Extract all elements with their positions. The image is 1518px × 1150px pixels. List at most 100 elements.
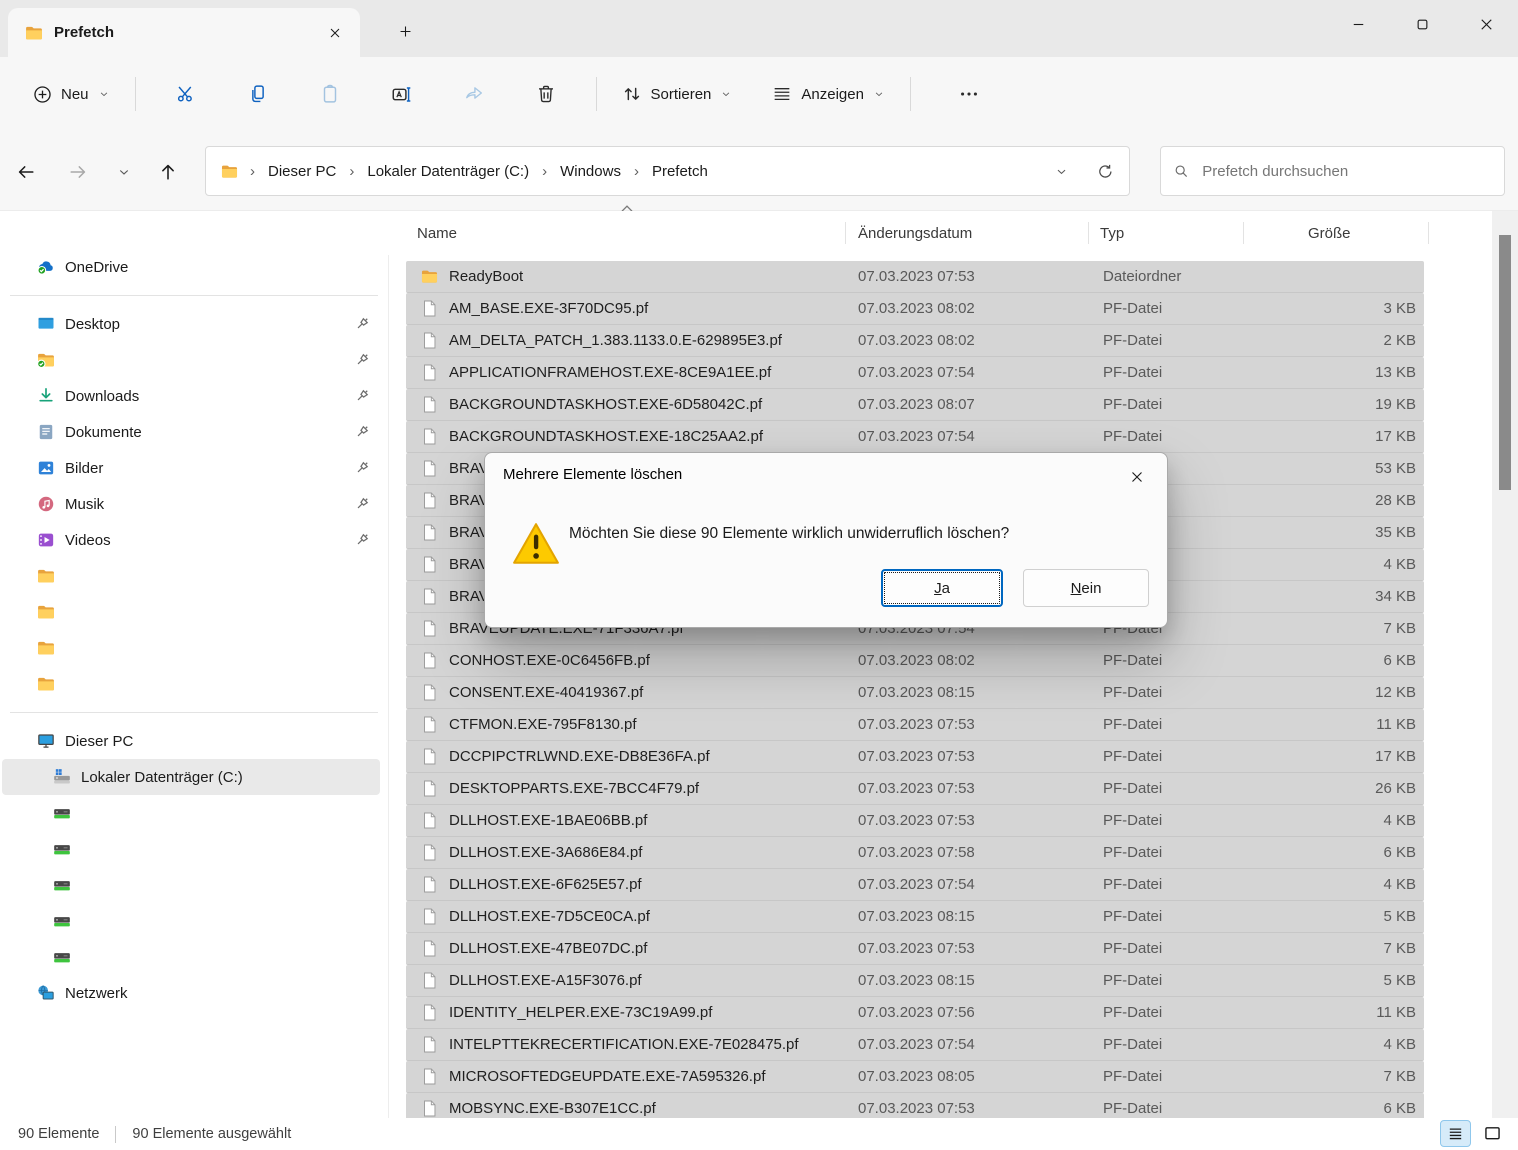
close-window-button[interactable] — [1454, 0, 1518, 48]
sidebar-item-label: Bilder — [65, 460, 103, 477]
sort-button[interactable]: Sortieren — [611, 75, 744, 113]
column-header-type[interactable]: Typ — [1100, 211, 1124, 255]
table-row[interactable]: MOBSYNC.EXE-B307E1CC.pf 07.03.2023 07:53… — [406, 1093, 1424, 1118]
back-button[interactable] — [8, 155, 44, 189]
sidebar-item[interactable]: Musik — [2, 486, 380, 522]
breadcrumb-item[interactable]: › Windows — [531, 160, 623, 183]
table-row[interactable]: DLLHOST.EXE-7D5CE0CA.pf 07.03.2023 08:15… — [406, 901, 1424, 933]
file-size: 4 KB — [1245, 812, 1424, 829]
sidebar-item[interactable] — [2, 342, 380, 378]
table-row[interactable]: CTFMON.EXE-795F8130.pf 07.03.2023 07:53 … — [406, 709, 1424, 741]
vertical-scrollbar[interactable] — [1492, 211, 1518, 1118]
table-row[interactable]: AM_BASE.EXE-3F70DC95.pf 07.03.2023 08:02… — [406, 293, 1424, 325]
sidebar-item[interactable] — [2, 594, 380, 630]
sidebar-item[interactable]: Dieser PC — [2, 723, 380, 759]
address-bar[interactable]: › Dieser PC › Lokaler Datenträger (C:) ›… — [205, 146, 1130, 196]
breadcrumb-item[interactable]: › Lokaler Datenträger (C:) — [338, 160, 531, 183]
tab-close-button[interactable] — [322, 20, 348, 46]
file-icon — [420, 459, 439, 478]
sidebar-item-icon — [36, 458, 56, 478]
column-header-date[interactable]: Änderungsdatum — [858, 211, 972, 255]
rename-button[interactable] — [378, 73, 426, 115]
cut-button[interactable] — [162, 73, 210, 115]
breadcrumb-label: Lokaler Datenträger (C:) — [365, 160, 531, 183]
column-divider[interactable] — [1088, 222, 1089, 244]
table-row[interactable]: DCCPIPCTRLWND.EXE-DB8E36FA.pf 07.03.2023… — [406, 741, 1424, 773]
sidebar-item[interactable]: Videos — [2, 522, 380, 558]
breadcrumb-item[interactable]: › Dieser PC — [239, 160, 338, 183]
table-row[interactable]: DESKTOPPARTS.EXE-7BCC4F79.pf 07.03.2023 … — [406, 773, 1424, 805]
file-modified-date: 07.03.2023 07:58 — [845, 844, 1090, 861]
table-row[interactable]: DLLHOST.EXE-6F625E57.pf 07.03.2023 07:54… — [406, 869, 1424, 901]
column-divider[interactable] — [1243, 222, 1244, 244]
file-type: PF-Datei — [1090, 940, 1245, 957]
address-dropdown-button[interactable] — [1043, 153, 1079, 189]
sidebar-item[interactable]: Bilder — [2, 450, 380, 486]
table-row[interactable]: AM_DELTA_PATCH_1.383.1133.0.E-629895E3.p… — [406, 325, 1424, 357]
chevron-down-icon — [872, 87, 886, 101]
sidebar-item[interactable]: Netzwerk — [2, 975, 380, 1011]
share-button[interactable] — [450, 73, 498, 115]
table-row[interactable]: APPLICATIONFRAMEHOST.EXE-8CE9A1EE.pf 07.… — [406, 357, 1424, 389]
table-row[interactable]: MICROSOFTEDGEUPDATE.EXE-7A595326.pf 07.0… — [406, 1061, 1424, 1093]
delete-button[interactable] — [522, 73, 570, 115]
file-size: 4 KB — [1245, 876, 1424, 893]
thumbnail-view-button[interactable] — [1477, 1120, 1508, 1147]
pin-icon — [353, 314, 372, 333]
sidebar-item[interactable] — [2, 666, 380, 702]
no-button[interactable]: Nein — [1023, 569, 1149, 607]
explorer-tab[interactable]: Prefetch — [8, 8, 360, 57]
yes-button[interactable]: Ja — [881, 569, 1003, 607]
scrollbar-thumb[interactable] — [1499, 235, 1511, 490]
copy-button[interactable] — [234, 73, 282, 115]
sidebar-item[interactable] — [2, 558, 380, 594]
table-row[interactable]: DLLHOST.EXE-A15F3076.pf 07.03.2023 08:15… — [406, 965, 1424, 997]
details-view-button[interactable] — [1440, 1120, 1471, 1147]
sidebar-item[interactable] — [2, 903, 380, 939]
column-header-name[interactable]: Name — [417, 211, 457, 255]
table-row[interactable]: CONHOST.EXE-0C6456FB.pf 07.03.2023 08:02… — [406, 645, 1424, 677]
file-name: DLLHOST.EXE-7D5CE0CA.pf — [449, 908, 650, 925]
forward-button[interactable] — [60, 155, 96, 189]
table-row[interactable]: DLLHOST.EXE-47BE07DC.pf 07.03.2023 07:53… — [406, 933, 1424, 965]
table-row[interactable]: IDENTITY_HELPER.EXE-73C19A99.pf 07.03.20… — [406, 997, 1424, 1029]
new-button[interactable]: Neu — [22, 76, 121, 113]
table-row[interactable]: DLLHOST.EXE-1BAE06BB.pf 07.03.2023 07:53… — [406, 805, 1424, 837]
sidebar-item[interactable] — [2, 795, 380, 831]
sidebar-item[interactable] — [2, 630, 380, 666]
view-button[interactable]: Anzeigen — [761, 75, 896, 113]
item-count: 90 Elemente — [18, 1126, 99, 1142]
sidebar-item[interactable]: Desktop — [2, 306, 380, 342]
sidebar-item[interactable]: Dokumente — [2, 414, 380, 450]
breadcrumb-item[interactable]: › Prefetch — [623, 160, 710, 183]
table-row[interactable]: INTELPTTEKRECERTIFICATION.EXE-7E028475.p… — [406, 1029, 1424, 1061]
sidebar-item[interactable]: Lokaler Datenträger (C:) — [2, 759, 380, 795]
paste-button[interactable] — [306, 73, 354, 115]
table-row[interactable]: BACKGROUNDTASKHOST.EXE-6D58042C.pf 07.03… — [406, 389, 1424, 421]
table-row[interactable]: CONSENT.EXE-40419367.pf 07.03.2023 08:15… — [406, 677, 1424, 709]
file-icon — [420, 267, 439, 286]
column-header-size[interactable]: Größe — [1308, 211, 1351, 255]
more-options-button[interactable] — [945, 73, 993, 115]
column-divider[interactable] — [1428, 222, 1429, 244]
search-input[interactable] — [1202, 163, 1492, 180]
file-name: ReadyBoot — [449, 268, 523, 285]
sidebar-item[interactable] — [2, 939, 380, 975]
file-type: PF-Datei — [1090, 812, 1245, 829]
file-name: DLLHOST.EXE-47BE07DC.pf — [449, 940, 647, 957]
table-row[interactable]: BACKGROUNDTASKHOST.EXE-18C25AA2.pf 07.03… — [406, 421, 1424, 453]
sidebar-item[interactable]: Downloads — [2, 378, 380, 414]
dialog-close-button[interactable] — [1123, 463, 1151, 491]
refresh-button[interactable] — [1087, 153, 1123, 189]
column-divider[interactable] — [845, 222, 846, 244]
sidebar-item[interactable] — [2, 867, 380, 903]
up-button[interactable] — [150, 155, 186, 189]
minimize-button[interactable] — [1326, 0, 1390, 48]
maximize-button[interactable] — [1390, 0, 1454, 48]
table-row[interactable]: ReadyBoot 07.03.2023 07:53 Dateiordner — [406, 261, 1424, 293]
sidebar-item[interactable] — [2, 831, 380, 867]
file-modified-date: 07.03.2023 08:02 — [845, 300, 1090, 317]
table-row[interactable]: DLLHOST.EXE-3A686E84.pf 07.03.2023 07:58… — [406, 837, 1424, 869]
recent-locations-button[interactable] — [106, 155, 142, 189]
new-tab-button[interactable] — [388, 14, 422, 48]
